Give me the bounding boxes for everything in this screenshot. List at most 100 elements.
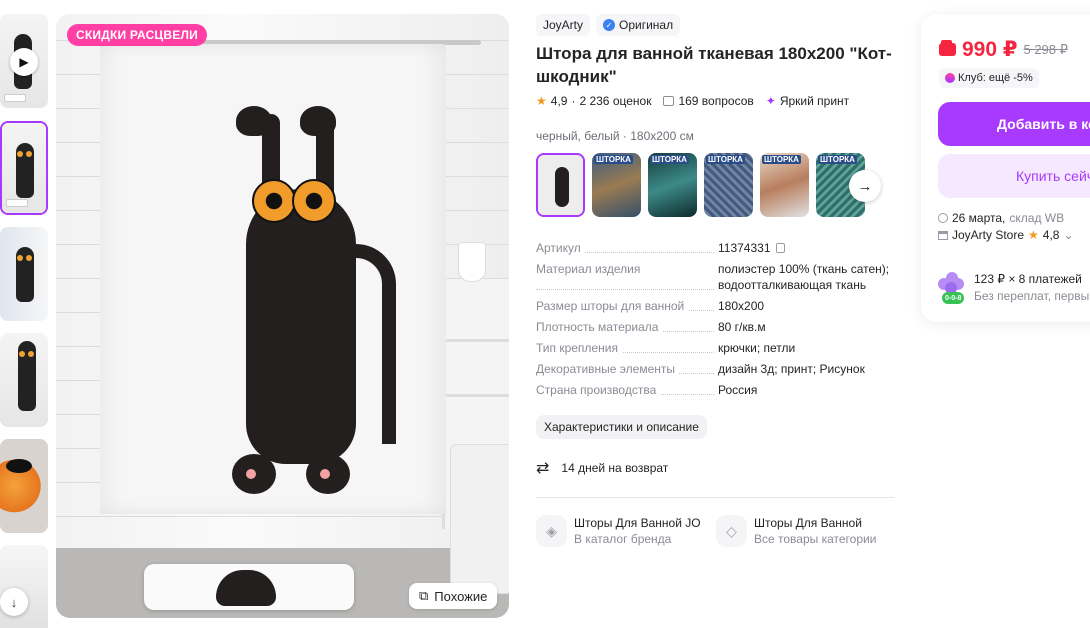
- club-icon: [945, 73, 955, 83]
- price-row: 990 ₽ 5 298 ₽: [939, 37, 1068, 62]
- add-to-cart-button[interactable]: Добавить в корзину: [938, 102, 1090, 146]
- similar-button[interactable]: ⧉ Похожие: [409, 583, 498, 609]
- current-price: 990 ₽: [962, 38, 1018, 61]
- thumbnail-image-3[interactable]: [0, 333, 48, 427]
- original-label: Оригинал: [619, 18, 674, 32]
- delivery-row[interactable]: 26 марта, склад WB: [938, 211, 1090, 225]
- variant-option[interactable]: ШТОРКА: [704, 153, 753, 217]
- brand-name: JoyArty: [543, 18, 584, 32]
- star-icon: ★: [536, 94, 547, 108]
- thumbnail-strip: ▶ ↓: [0, 14, 50, 628]
- spec-row: Размер шторы для ванной 180х200: [536, 298, 896, 314]
- dot-separator: ·: [571, 94, 576, 108]
- link-subtitle: В каталог бренда: [574, 532, 672, 546]
- questions-icon: [663, 96, 675, 106]
- brand-link[interactable]: JoyArty: [536, 14, 591, 36]
- variant-option[interactable]: ШТОРКА: [760, 153, 809, 217]
- characteristics-button[interactable]: Характеристики и описание: [536, 415, 707, 439]
- installment-icon: 0-0-8: [938, 272, 966, 306]
- delivery-source: склад WB: [1009, 211, 1065, 225]
- link-title: Шторы Для Ванной: [754, 516, 862, 530]
- spec-value: 80 г/кв.м: [718, 320, 766, 334]
- verified-icon: ✓: [603, 19, 616, 31]
- link-subtitle: Все товары категории: [754, 532, 877, 546]
- spec-value: 180х200: [718, 299, 765, 313]
- spec-row: Декоративные элементы дизайн 3д; принт; …: [536, 361, 896, 377]
- spec-key: Материал изделия: [536, 262, 645, 276]
- store-icon: [938, 230, 948, 240]
- variant-label: черный, белый · 180х200 см: [536, 129, 694, 143]
- specs-table: Артикул 11374331 Материал изделия полиэс…: [536, 240, 896, 403]
- star-icon: ★: [1028, 228, 1039, 242]
- spec-key: Страна производства: [536, 383, 661, 397]
- spec-key: Плотность материала: [536, 320, 663, 334]
- feature-label: Яркий принт: [779, 94, 850, 108]
- original-badge[interactable]: ✓ Оригинал: [596, 14, 681, 36]
- spec-value: дизайн 3д; принт; Рисунок: [718, 362, 865, 376]
- feature-tag: ✦ Яркий принт: [766, 94, 849, 108]
- buy-now-button[interactable]: Купить сейчас: [938, 154, 1090, 198]
- layers-icon: ◇: [716, 515, 747, 547]
- link-title: Шторы Для Ванной JOYARTY: [574, 516, 700, 530]
- variant-option[interactable]: [536, 153, 585, 217]
- wallet-icon: [939, 40, 956, 56]
- price-card: 990 ₽ 5 298 ₽ Клуб: ещё -5% Добавить в к…: [921, 14, 1090, 322]
- spec-row: Артикул 11374331: [536, 240, 896, 256]
- brand-catalog-link[interactable]: ◈ Шторы Для Ванной JOYARTY В каталог бре…: [536, 515, 700, 547]
- thumbnail-image-2[interactable]: [0, 227, 48, 321]
- spec-row: Тип крепления крючки; петли: [536, 340, 896, 356]
- store-row[interactable]: JoyArty Store ★ 4,8 ⌄: [938, 228, 1090, 242]
- spec-key: Артикул: [536, 241, 585, 255]
- spec-key: Размер шторы для ванной: [536, 299, 689, 313]
- return-arrows-icon: ⇄: [536, 460, 550, 477]
- main-product-image[interactable]: [56, 14, 509, 618]
- club-label: Клуб: ещё -5%: [958, 72, 1033, 84]
- variant-list: ШТОРКА ШТОРКА ШТОРКА ШТОРКА ШТОРКА: [536, 153, 865, 217]
- copy-icon[interactable]: [775, 243, 785, 253]
- chevron-right-icon[interactable]: →: [849, 170, 881, 202]
- spec-row: Плотность материала 80 г/кв.м: [536, 319, 896, 335]
- clock-icon: [938, 213, 948, 223]
- thumbnail-video[interactable]: ▶: [0, 14, 48, 108]
- thumbnail-image-4[interactable]: [0, 439, 48, 533]
- rating-value: 4,9: [550, 94, 568, 108]
- installment-row[interactable]: 0-0-8 123 ₽ × 8 платежей Без переплат, п…: [938, 272, 1090, 306]
- rating-link[interactable]: ★ 4,9 · 2 236 оценок: [536, 94, 651, 108]
- thumbnail-image-1[interactable]: [0, 121, 48, 215]
- spec-key: Декоративные элементы: [536, 362, 679, 376]
- store-name: JoyArty Store: [952, 228, 1025, 242]
- chevron-down-icon[interactable]: ↓: [0, 588, 28, 616]
- old-price: 5 298 ₽: [1023, 41, 1068, 57]
- spec-value: полиэстер 100% (ткань сатен); водоотталк…: [718, 262, 890, 292]
- category-links: ◈ Шторы Для Ванной JOYARTY В каталог бре…: [536, 515, 880, 547]
- store-rating: 4,8: [1042, 228, 1060, 242]
- divider: [536, 497, 894, 498]
- reviews-count: 2 236 оценок: [579, 94, 652, 108]
- questions-link[interactable]: 169 вопросов: [663, 94, 754, 108]
- play-icon[interactable]: ▶: [10, 48, 38, 76]
- installment-amount: 123 ₽ × 8 платежей: [974, 272, 1082, 286]
- brand-row: JoyArty ✓ Оригинал: [536, 14, 681, 36]
- category-link[interactable]: ◇ Шторы Для Ванной Все товары категории: [716, 515, 880, 547]
- sparkle-icon: ✦: [765, 94, 776, 108]
- search-similar-icon: ⧉: [419, 588, 429, 603]
- return-text: 14 дней на возврат: [561, 461, 669, 475]
- product-meta: ★ 4,9 · 2 236 оценок 169 вопросов ✦ Ярки…: [536, 94, 849, 108]
- similar-label: Похожие: [434, 588, 488, 604]
- delivery-date: 26 марта,: [952, 211, 1006, 225]
- thumbnail-image-5[interactable]: [0, 545, 48, 628]
- variant-option[interactable]: ШТОРКА: [592, 153, 641, 217]
- spec-value: Россия: [718, 383, 758, 397]
- club-discount[interactable]: Клуб: ещё -5%: [939, 68, 1039, 88]
- return-info[interactable]: ⇄ 14 дней на возврат: [536, 458, 668, 478]
- installment-note: Без переплат, первый платёж: [974, 289, 1090, 303]
- spec-value: крючки; петли: [718, 341, 796, 355]
- sale-badge: СКИДКИ РАСЦВЕЛИ: [67, 24, 207, 46]
- spec-row: Материал изделия полиэстер 100% (ткань с…: [536, 261, 896, 293]
- product-title: Штора для ванной тканевая 180х200 "Кот-ш…: [536, 44, 892, 86]
- chevron-down-icon: ⌄: [1063, 228, 1074, 242]
- installment-badge: 0-0-8: [942, 292, 965, 304]
- variant-option[interactable]: ШТОРКА: [648, 153, 697, 217]
- tag-icon: ◈: [536, 515, 567, 547]
- spec-key: Тип крепления: [536, 341, 622, 355]
